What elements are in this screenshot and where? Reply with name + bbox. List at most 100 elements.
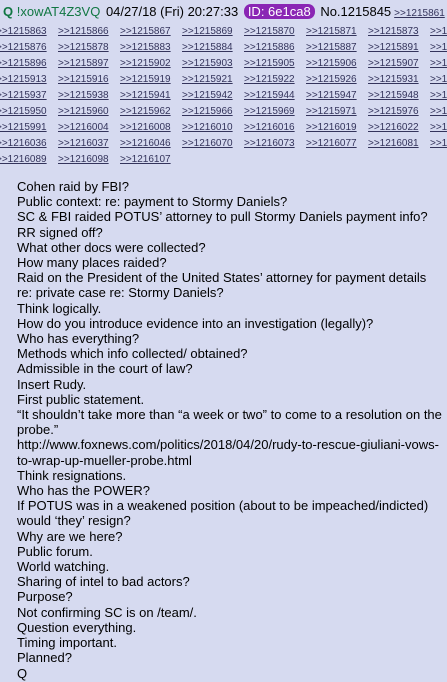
backlink[interactable]: >>1216098 xyxy=(58,152,109,168)
message-line: How do you introduce evidence into an in… xyxy=(17,315,374,331)
backlink[interactable]: >>1216087 xyxy=(430,136,447,152)
backlink[interactable]: >>1215896 xyxy=(0,56,47,72)
backlink[interactable]: >>1215867 xyxy=(120,24,171,40)
message-line: Sharing of intel to bad actors? xyxy=(17,574,190,590)
backlink[interactable]: >>1216004 xyxy=(58,120,109,136)
message-line: How many places raided? xyxy=(17,255,167,271)
backlink[interactable]: >>1216019 xyxy=(306,120,357,136)
backlink[interactable]: >>1215985 xyxy=(430,104,447,120)
backlink[interactable]: >>1216081 xyxy=(368,136,419,152)
backlink-row: >>1215950 >>1215960 >>1215962 >>1215966 >>12… xyxy=(0,104,447,120)
backlink[interactable]: >>1215891 xyxy=(368,40,419,56)
backlink[interactable]: >>1215947 xyxy=(306,88,357,104)
backlink[interactable]: >>1216036 xyxy=(0,136,47,152)
backlink[interactable]: >>1215861 xyxy=(394,8,445,19)
message-line: Public forum. xyxy=(17,543,93,559)
backlink-row: >>1216089 >>1216098 >>1216107 xyxy=(0,152,447,168)
message-line: http://www.foxnews.com/politics/2018/04/… xyxy=(17,437,439,468)
post-container: Q !xowAT4Z3VQ 04/27/18 (Fri) 20:27:33 ID… xyxy=(0,0,447,682)
backlink[interactable]: >>1215950 xyxy=(0,104,47,120)
message-line: Not confirming SC is on /team/. xyxy=(17,604,197,620)
backlink[interactable]: >>1215935 xyxy=(430,72,447,88)
backlink[interactable]: >>1215938 xyxy=(58,88,109,104)
backlink[interactable]: >>1216022 xyxy=(368,120,419,136)
backlink[interactable]: >>1216089 xyxy=(0,152,47,168)
backlink[interactable]: >>1215874 xyxy=(430,24,447,40)
backlink[interactable]: >>1215969 xyxy=(244,104,295,120)
message-line: Public context: re: payment to Stormy Da… xyxy=(17,194,288,210)
backlink[interactable]: >>1215866 xyxy=(58,24,109,40)
backlink[interactable]: >>1215913 xyxy=(0,72,47,88)
backlink[interactable]: >>1215966 xyxy=(182,104,233,120)
backlink[interactable]: >>1215948 xyxy=(368,88,419,104)
backlink-row: >>1215896 >>1215897 >>1215902 >>1215903 >>12… xyxy=(0,56,447,72)
tripcode: !xowAT4Z3VQ xyxy=(16,4,101,19)
backlink-row: >>1215937 >>1215938 >>1215941 >>1215942 >>12… xyxy=(0,88,447,104)
post-message: Cohen raid by FBI? Public context: re: pa… xyxy=(17,179,445,681)
backlink[interactable]: >>1216008 xyxy=(120,120,171,136)
backlink[interactable]: >>1215922 xyxy=(244,72,295,88)
backlink[interactable]: >>1215863 xyxy=(0,24,47,40)
backlink[interactable]: >>1216073 xyxy=(244,136,295,152)
backlink[interactable]: >>1215910 xyxy=(430,56,447,72)
backlink[interactable]: >>1215886 xyxy=(244,40,295,56)
backlink-row: >>1215913 >>1215916 >>1215919 >>1215921 >>12… xyxy=(0,72,447,88)
backlink[interactable]: >>1215942 xyxy=(182,88,233,104)
message-line: What other docs were collected? xyxy=(17,239,206,255)
message-line: Q xyxy=(17,665,28,681)
backlink[interactable]: >>1215903 xyxy=(182,56,233,72)
backlink[interactable]: >>1215869 xyxy=(182,24,233,40)
backlink[interactable]: >>1216107 xyxy=(120,152,171,168)
backlink[interactable]: >>1215926 xyxy=(306,72,357,88)
message-line: Admissible in the court of law? xyxy=(17,361,193,377)
backlink[interactable]: >>1216037 xyxy=(58,136,109,152)
message-line: SC & FBI raided POTUS’ attorney to pull … xyxy=(17,209,428,225)
backlink[interactable]: >>1215871 xyxy=(306,24,357,40)
backlink[interactable]: >>1215883 xyxy=(120,40,171,56)
backlink[interactable]: >>1215873 xyxy=(368,24,419,40)
message-line: Who has everything? xyxy=(17,331,140,347)
backlink[interactable]: >>1215991 xyxy=(0,120,47,136)
backlink[interactable]: >>1215931 xyxy=(368,72,419,88)
post-date: 04/27/18 (Fri) 20:27:33 xyxy=(105,4,239,19)
message-line: Planned? xyxy=(17,650,72,666)
backlink[interactable]: >>1215976 xyxy=(368,104,419,120)
backlink[interactable]: >>1215876 xyxy=(0,40,47,56)
backlink[interactable]: >>1216077 xyxy=(306,136,357,152)
backlink[interactable]: >>1215878 xyxy=(58,40,109,56)
backlink[interactable]: >>1215919 xyxy=(120,72,171,88)
post-number-link[interactable]: No.1215845 xyxy=(320,4,391,19)
message-line: Question everything. xyxy=(17,619,137,635)
backlink[interactable]: >>1215907 xyxy=(368,56,419,72)
backlink[interactable]: >>1216016 xyxy=(244,120,295,136)
backlink[interactable]: >>1215944 xyxy=(244,88,295,104)
message-line: If POTUS was in a weakened position (abo… xyxy=(17,498,429,529)
backlink[interactable]: >>1215892 xyxy=(430,40,447,56)
backlink[interactable]: >>1215921 xyxy=(182,72,233,88)
message-line: Why are we here? xyxy=(17,528,123,544)
message-line: First public statement. xyxy=(17,391,145,407)
backlink[interactable]: >>1215941 xyxy=(120,88,171,104)
backlink[interactable]: >>1215962 xyxy=(120,104,171,120)
backlink[interactable]: >>1215870 xyxy=(244,24,295,40)
backlink[interactable]: >>1215937 xyxy=(0,88,47,104)
backlink-row: >>1215876 >>1215878 >>1215883 >>1215884 >>12… xyxy=(0,40,447,56)
backlink[interactable]: >>1215902 xyxy=(120,56,171,72)
backlink[interactable]: >>1215906 xyxy=(306,56,357,72)
backlink[interactable]: >>1215949 xyxy=(430,88,447,104)
backlink[interactable]: >>1215960 xyxy=(58,104,109,120)
backlink[interactable]: >>1216010 xyxy=(182,120,233,136)
backlink[interactable]: >>1216026 xyxy=(430,120,447,136)
backlink-row: >>1216036 >>1216037 >>1216046 >>1216070 >>12… xyxy=(0,136,447,152)
backlink[interactable]: >>1215884 xyxy=(182,40,233,56)
backlink[interactable]: >>1215887 xyxy=(306,40,357,56)
backlink[interactable]: >>1215916 xyxy=(58,72,109,88)
backlink[interactable]: >>1215905 xyxy=(244,56,295,72)
poster-id-badge[interactable]: ID: 6e1ca8 xyxy=(243,4,315,19)
backlink[interactable]: >>1215971 xyxy=(306,104,357,120)
backlink[interactable]: >>1215897 xyxy=(58,56,109,72)
message-line: Purpose? xyxy=(17,589,73,605)
backlink[interactable]: >>1216070 xyxy=(182,136,233,152)
backlink[interactable]: >>1216046 xyxy=(120,136,171,152)
message-line: Raid on the President of the United Stat… xyxy=(17,270,427,301)
